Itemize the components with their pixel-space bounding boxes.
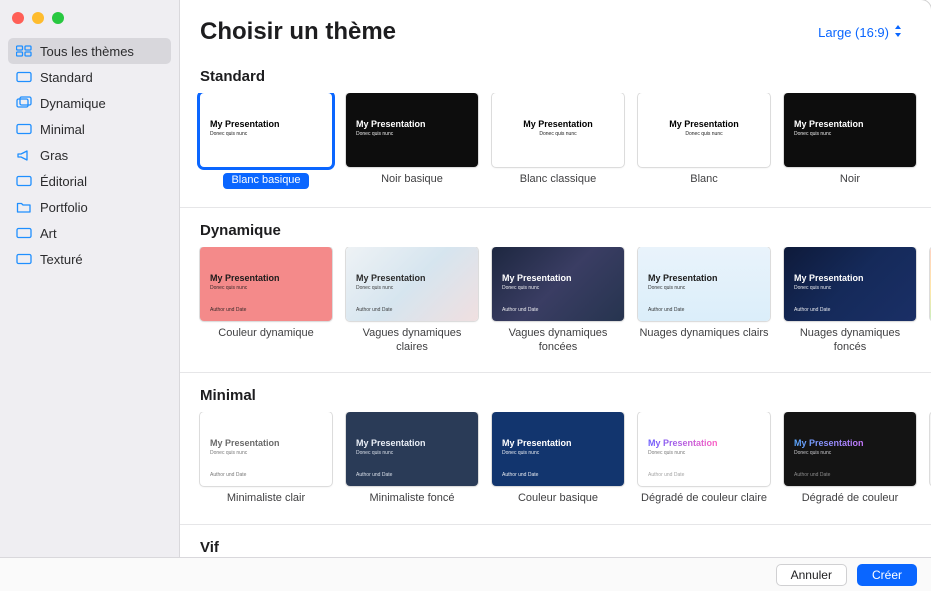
theme-card: My PresentationDonec quis nuncAuthor und… xyxy=(346,247,478,355)
theme-label: Minimaliste foncé xyxy=(370,492,455,506)
main-header: Choisir un thème Large (16:9) xyxy=(180,0,931,54)
page-title: Choisir un thème xyxy=(200,18,396,46)
theme-thumb[interactable]: My PresentationDonec quis nuncAuthor und… xyxy=(784,247,916,321)
theme-card: My PresentationDonec quis nuncAuthor und… xyxy=(346,412,478,506)
sidebar: Tous les thèmes Standard Dynamique Minimal G… xyxy=(0,0,180,557)
theme-card: My PresentationDonec quis nunc Blanc basi… xyxy=(200,93,332,189)
sidebar-item-label: Éditorial xyxy=(40,174,87,189)
theme-thumb[interactable]: My PresentationDonec quis nuncAuthor und… xyxy=(638,247,770,321)
theme-thumb[interactable]: My PresentationDonec quis nunc xyxy=(784,93,916,167)
theme-label: Blanc classique xyxy=(520,173,596,187)
theme-card: My PresentationDonec quis nuncAuthor und… xyxy=(492,247,624,355)
theme-card: My PresentationDonec quis nunc Blanc clas… xyxy=(492,93,624,189)
theme-card: My PresentationDonec quis nunc Noir xyxy=(784,93,916,189)
folder-icon xyxy=(16,200,32,214)
theme-card: My PresentationDonec quis nuncAuthor und… xyxy=(638,247,770,355)
theme-thumb[interactable]: My PresentationDonec quis nuncAuthor und… xyxy=(492,412,624,486)
sidebar-list: Tous les thèmes Standard Dynamique Minimal G… xyxy=(0,38,179,272)
minimize-window-icon[interactable] xyxy=(32,12,44,24)
sidebar-item-gras[interactable]: Gras xyxy=(8,142,171,168)
slide-icon xyxy=(16,70,32,84)
slide-icon xyxy=(16,122,32,136)
close-window-icon[interactable] xyxy=(12,12,24,24)
updown-icon xyxy=(893,24,903,41)
theme-label: Nuages dynamiques clairs xyxy=(639,327,768,341)
sidebar-item-label: Gras xyxy=(40,148,68,163)
theme-thumb[interactable]: My PresentationDonec quis nuncAuthor und… xyxy=(200,412,332,486)
theme-card: My PresentationDonec quis nuncAuthor und… xyxy=(784,247,916,355)
theme-label: Nuages dynamiques foncés xyxy=(784,327,916,355)
aspect-ratio-picker[interactable]: Large (16:9) xyxy=(818,24,903,41)
slide-icon xyxy=(16,174,32,188)
theme-thumb[interactable]: My PresentationDonec quis nuncAuthor und… xyxy=(200,247,332,321)
sidebar-item-textur-[interactable]: Texturé xyxy=(8,246,171,272)
theme-label: Dégradé de couleur xyxy=(802,492,899,506)
window-controls xyxy=(0,8,179,38)
sidebar-item-label: Texturé xyxy=(40,252,83,267)
theme-thumb[interactable]: My PresentationDonec quis nuncAuthor und… xyxy=(638,412,770,486)
section-title: Minimal xyxy=(180,377,931,412)
theme-card: My PresentationDonec quis nunc Noir basiq… xyxy=(346,93,478,189)
megaphone-icon xyxy=(16,148,32,162)
theme-thumb[interactable]: My PresentationDonec quis nuncAuthor und… xyxy=(346,412,478,486)
section-vif: Vif xyxy=(180,525,931,557)
theme-card: My PresentationDonec quis nuncAuthor und… xyxy=(638,412,770,506)
grid-icon xyxy=(16,44,32,58)
section-minimal: MinimalMy PresentationDonec quis nuncAut… xyxy=(180,373,931,525)
theme-label: Blanc basique xyxy=(223,173,308,189)
theme-card: My PresentationDonec quis nuncAuthor und… xyxy=(784,412,916,506)
sidebar-item-label: Portfolio xyxy=(40,200,88,215)
theme-thumb[interactable]: My PresentationDonec quis nunc xyxy=(200,93,332,167)
theme-label: Couleur dynamique xyxy=(218,327,313,341)
theme-thumb[interactable]: My PresentationDonec quis nunc xyxy=(492,93,624,167)
theme-label: Couleur basique xyxy=(518,492,598,506)
sidebar-item-label: Minimal xyxy=(40,122,85,137)
theme-label: Dégradé de couleur claire xyxy=(641,492,767,506)
theme-label: Noir basique xyxy=(381,173,443,187)
layers-icon xyxy=(16,96,32,110)
sidebar-item-art[interactable]: Art xyxy=(8,220,171,246)
sidebar-item-label: Dynamique xyxy=(40,96,106,111)
theme-card: My PresentationDonec quis nuncAuthor und… xyxy=(200,247,332,355)
sidebar-item-minimal[interactable]: Minimal xyxy=(8,116,171,142)
sidebar-item-label: Tous les thèmes xyxy=(40,44,134,59)
sidebar-item-standard[interactable]: Standard xyxy=(8,64,171,90)
theme-row: My PresentationDonec quis nuncAuthor und… xyxy=(180,412,931,520)
main-pane: Choisir un thème Large (16:9) StandardMy… xyxy=(180,0,931,557)
slide-icon xyxy=(16,226,32,240)
sidebar-item-tous-les-th-mes[interactable]: Tous les thèmes xyxy=(8,38,171,64)
theme-label: Minimaliste clair xyxy=(227,492,305,506)
theme-label: Vagues dynamiques claires xyxy=(346,327,478,355)
theme-thumb[interactable]: My PresentationDonec quis nunc xyxy=(638,93,770,167)
theme-row: My PresentationDonec quis nunc Blanc basi… xyxy=(180,93,931,203)
theme-thumb[interactable]: My PresentationDonec quis nuncAuthor und… xyxy=(346,247,478,321)
maximize-window-icon[interactable] xyxy=(52,12,64,24)
theme-thumb[interactable]: My PresentationDonec quis nunc xyxy=(346,93,478,167)
theme-row: My PresentationDonec quis nuncAuthor und… xyxy=(180,247,931,369)
section-title: Standard xyxy=(180,58,931,93)
cancel-button[interactable]: Annuler xyxy=(776,564,847,586)
slide-icon xyxy=(16,252,32,266)
sidebar-item--ditorial[interactable]: Éditorial xyxy=(8,168,171,194)
theme-label: Blanc xyxy=(690,173,718,187)
create-button[interactable]: Créer xyxy=(857,564,917,586)
theme-scroll[interactable]: StandardMy PresentationDonec quis nunc Bl… xyxy=(180,54,931,557)
sidebar-item-label: Standard xyxy=(40,70,93,85)
theme-card: My PresentationDonec quis nuncAuthor und… xyxy=(492,412,624,506)
section-title: Dynamique xyxy=(180,212,931,247)
sidebar-item-label: Art xyxy=(40,226,57,241)
aspect-ratio-label: Large (16:9) xyxy=(818,25,889,40)
section-standard: StandardMy PresentationDonec quis nunc Bl… xyxy=(180,54,931,208)
theme-thumb[interactable]: My PresentationDonec quis nuncAuthor und… xyxy=(784,412,916,486)
theme-label: Vagues dynamiques foncées xyxy=(492,327,624,355)
sidebar-item-dynamique[interactable]: Dynamique xyxy=(8,90,171,116)
theme-label: Noir xyxy=(840,173,860,187)
footer: Annuler Créer xyxy=(0,557,931,591)
theme-card: My PresentationDonec quis nunc Blanc xyxy=(638,93,770,189)
sidebar-item-portfolio[interactable]: Portfolio xyxy=(8,194,171,220)
theme-card: My PresentationDonec quis nuncAuthor und… xyxy=(200,412,332,506)
theme-thumb[interactable]: My PresentationDonec quis nuncAuthor und… xyxy=(492,247,624,321)
section-dynamique: DynamiqueMy PresentationDonec quis nuncA… xyxy=(180,208,931,374)
section-title: Vif xyxy=(180,529,931,557)
